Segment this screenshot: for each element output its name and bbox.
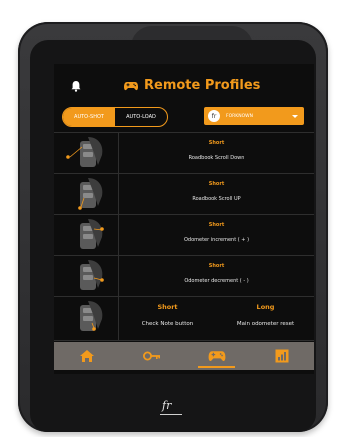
- action-label: Odometer decrement ( - ): [184, 278, 249, 284]
- remote-thumbnail-icon: [80, 260, 104, 290]
- page-title-text: Remote Profiles: [144, 78, 261, 93]
- long-action-cell: Long Main odometer reset: [217, 297, 314, 340]
- mapping-list: Short Roadbook Scroll Down Short Roadboo…: [54, 132, 314, 341]
- short-action-cell: Short Check Note button: [119, 297, 216, 340]
- press-type-label: Short: [208, 263, 225, 269]
- mapping-row[interactable]: Short Roadbook Scroll UP: [54, 173, 314, 214]
- remote-thumbnail-icon: [80, 219, 104, 249]
- brand-underline: [160, 414, 182, 415]
- press-type-label: Short: [208, 140, 225, 146]
- tab-remote[interactable]: [184, 342, 249, 370]
- action-cell: Short Roadbook Scroll Down: [119, 133, 314, 173]
- home-icon: [79, 350, 94, 362]
- page-title: Remote Profiles: [124, 78, 260, 93]
- chevron-down-icon: [292, 114, 298, 118]
- mapping-row[interactable]: Short Roadbook Scroll Down: [54, 132, 314, 173]
- bell-icon[interactable]: [70, 80, 82, 92]
- key-icon: [142, 351, 160, 361]
- action-cell: Short Odometer decrement ( - ): [119, 256, 314, 296]
- gamepad-icon: [124, 81, 138, 90]
- tab-home[interactable]: [54, 342, 119, 370]
- action-label: Main odometer reset: [236, 321, 295, 327]
- gamepad-icon: [208, 351, 225, 361]
- press-type-label: Long: [256, 303, 275, 311]
- action-cell: Short Odometer increment ( + ): [119, 215, 314, 255]
- mapping-row[interactable]: Short Odometer decrement ( - ): [54, 255, 314, 296]
- app-header: Remote Profiles: [54, 64, 314, 102]
- action-label: Check Note button: [141, 321, 194, 327]
- action-label: Odometer increment ( + ): [183, 237, 250, 243]
- action-cell: Short Roadbook Scroll UP: [119, 174, 314, 214]
- remote-thumbnail-icon: [78, 178, 103, 210]
- press-type-label: Short: [208, 222, 225, 228]
- mode-option-auto-shot[interactable]: AUTO-SHOT: [63, 108, 115, 126]
- chart-icon: [275, 349, 288, 363]
- app-screen: Remote Profiles AUTO-SHOT AUTO-LOAD fr F…: [54, 64, 314, 374]
- tab-key[interactable]: [119, 342, 184, 370]
- profile-select[interactable]: fr FORKNOWN: [204, 107, 304, 125]
- tab-stats[interactable]: [249, 342, 314, 370]
- action-label: Roadbook Scroll UP: [192, 196, 241, 202]
- mapping-row[interactable]: Short Odometer increment ( + ): [54, 214, 314, 255]
- mapping-row[interactable]: Short Check Note button Long Main odomet…: [54, 296, 314, 341]
- press-type-label: Short: [208, 181, 225, 187]
- brand-logo: fr: [162, 399, 172, 412]
- profile-avatar: fr: [208, 110, 220, 122]
- action-label: Roadbook Scroll Down: [188, 155, 245, 161]
- mode-toggle[interactable]: AUTO-SHOT AUTO-LOAD: [62, 107, 168, 127]
- profile-name: FORKNOWN: [226, 113, 253, 119]
- mode-option-auto-load[interactable]: AUTO-LOAD: [115, 108, 167, 126]
- press-type-label: Short: [157, 303, 178, 311]
- bottom-tab-bar: [54, 342, 314, 370]
- remote-thumbnail-icon: [80, 301, 103, 331]
- remote-thumbnail-icon: [66, 137, 103, 167]
